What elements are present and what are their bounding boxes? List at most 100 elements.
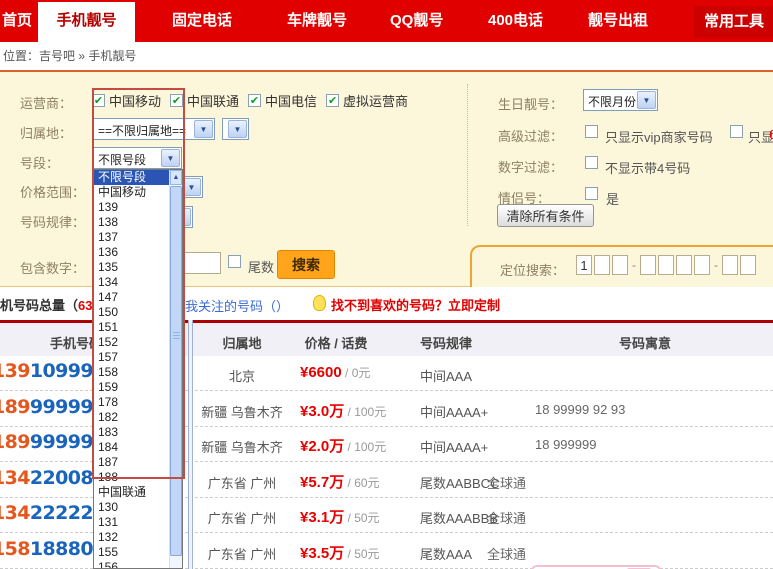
scrollbar-grip [173,332,180,339]
operator-checkbox-checked[interactable]: ✔ [326,94,339,107]
position-digit-box[interactable]: 1 [576,255,592,275]
chevron-down-icon[interactable]: ▼ [182,178,201,196]
pattern-cell: 中间AAA [420,366,472,385]
region-cell: 广东省 广州 [180,508,304,527]
phone-prefix: 134 [0,467,30,489]
segment-dropdown-item[interactable]: 中国联通 [94,485,169,500]
segment-dropdown-item[interactable]: 138 [94,215,169,230]
phone-prefix: 158 [0,538,30,560]
segment-dropdown-item[interactable]: 178 [94,395,169,410]
phone-prefix: 189 [0,396,30,418]
segment-dropdown-item[interactable]: 158 [94,365,169,380]
fee-value: / 0元 [342,366,371,380]
fee-value: / 100元 [344,405,386,419]
chevron-down-icon[interactable]: ▼ [194,120,213,138]
customize-link[interactable]: 找不到喜欢的号码？立即定制 [331,295,500,314]
pattern-select-label: 号码规律： [20,212,85,231]
couple-checkbox[interactable] [585,187,598,200]
nav-tab-home[interactable]: 首页 [2,0,32,42]
show-only-checkbox[interactable] [730,125,743,138]
search-button[interactable]: 搜索 [277,250,335,279]
segment-dropdown-item[interactable]: 132 [94,530,169,545]
segment-dropdown-item[interactable]: 139 [94,200,169,215]
dropdown-scrollbar[interactable]: ▲ [169,170,182,568]
operator-option-label: 虚拟运营商 [343,91,408,110]
segment-dropdown-item[interactable]: 184 [94,440,169,455]
segment-dropdown-item[interactable]: 中国移动 [94,185,169,200]
filter-divider [467,84,468,226]
tail-label: 尾数 [248,257,274,276]
position-digit-box[interactable] [722,255,738,275]
birthday-select[interactable]: 不限月份 ▼ [583,89,658,111]
segment-dropdown-item[interactable]: 134 [94,275,169,290]
fee-value: / 50元 [344,547,379,561]
segment-dropdown-item[interactable]: 135 [94,260,169,275]
price-value: ¥3.5万 [300,545,344,562]
region-cell: 新疆 乌鲁木齐 [180,437,304,456]
column-divider [188,320,193,569]
nav-tab-tools[interactable]: 常用工具 [694,6,773,38]
segment-dropdown-item[interactable]: 136 [94,245,169,260]
chevron-down-icon[interactable]: ▼ [161,149,180,167]
clear-all-button[interactable]: 清除所有条件 [497,204,594,227]
position-digit-box[interactable] [594,255,610,275]
operator-label: 运营商： [20,93,72,112]
price-cell: ¥3.0万 / 100元 [300,400,386,421]
nav-tab-rent[interactable]: 靓号出租 [588,0,648,42]
segment-dropdown-item[interactable]: 159 [94,380,169,395]
page: 首页 手机靓号 固定电话 车牌靓号 QQ靓号 400电话 靓号出租 常用工具 位… [0,0,773,569]
segment-dropdown-item[interactable]: 150 [94,305,169,320]
segment-dropdown-item[interactable]: 131 [94,515,169,530]
segment-select-value: 不限号段 [98,151,146,168]
dash-separator: - [632,258,636,272]
advanced-filter-label: 高级过滤： [498,126,563,145]
position-digit-box[interactable] [740,255,756,275]
chevron-down-icon[interactable]: ▼ [637,91,656,109]
tail-checkbox[interactable] [228,255,241,268]
segment-dropdown-item[interactable]: 130 [94,500,169,515]
nav-tab-mobile-active[interactable]: 手机靓号 [38,2,135,42]
phone-prefix: 134 [0,502,30,524]
segment-dropdown-item[interactable]: 156 [94,560,169,569]
segment-dropdown-item[interactable]: 183 [94,425,169,440]
chevron-down-icon[interactable]: ▼ [228,120,247,138]
position-digit-box[interactable] [676,255,692,275]
fee-value: / 100元 [344,440,386,454]
operator-checkbox-checked[interactable]: ✔ [170,94,183,107]
no4-checkbox[interactable] [585,156,598,169]
total-count-prefix: 手机号码总量（ [0,298,78,313]
segment-dropdown-item[interactable]: 不限号段 [94,170,169,185]
price-value: ¥3.1万 [300,509,344,526]
segment-dropdown-item[interactable]: 155 [94,545,169,560]
nav-tab-400[interactable]: 400电话 [488,0,543,42]
segment-dropdown-item[interactable]: 137 [94,230,169,245]
segment-dropdown-item[interactable]: 157 [94,350,169,365]
nav-tab-plate[interactable]: 车牌靓号 [287,0,347,42]
pattern-cell: 中间AAAA+ [420,437,488,456]
segment-dropdown-item[interactable]: 151 [94,320,169,335]
operator-checkbox-checked[interactable]: ✔ [248,94,261,107]
region-select[interactable]: ==不限归属地== ▼ [93,118,215,140]
position-digit-box[interactable] [612,255,628,275]
position-digit-box[interactable] [640,255,656,275]
digit-filter-label: 数字过滤： [498,157,563,176]
scroll-up-icon[interactable]: ▲ [170,170,182,185]
operator-option-label: 中国电信 [265,91,317,110]
region-sub-select[interactable]: ▼ [222,118,249,140]
segment-dropdown-item[interactable]: 187 [94,455,169,470]
position-digit-box[interactable] [658,255,674,275]
fee-value: / 50元 [344,511,379,525]
scrollbar-thumb[interactable] [170,186,182,556]
segment-dropdown-item[interactable]: 188 [94,470,169,485]
watched-numbers-link[interactable]: 我关注的号码（） [185,296,289,315]
nav-tab-landline[interactable]: 固定电话 [172,0,232,42]
operator-checkbox-checked[interactable]: ✔ [92,94,105,107]
segment-dropdown-item[interactable]: 147 [94,290,169,305]
brand-cell: 全球通 [487,544,526,563]
segment-dropdown-item[interactable]: 182 [94,410,169,425]
vip-only-checkbox[interactable] [585,125,598,138]
segment-select[interactable]: 不限号段 ▼ [93,147,182,169]
position-digit-box[interactable] [694,255,710,275]
segment-dropdown-item[interactable]: 152 [94,335,169,350]
nav-tab-qq[interactable]: QQ靓号 [390,0,443,42]
